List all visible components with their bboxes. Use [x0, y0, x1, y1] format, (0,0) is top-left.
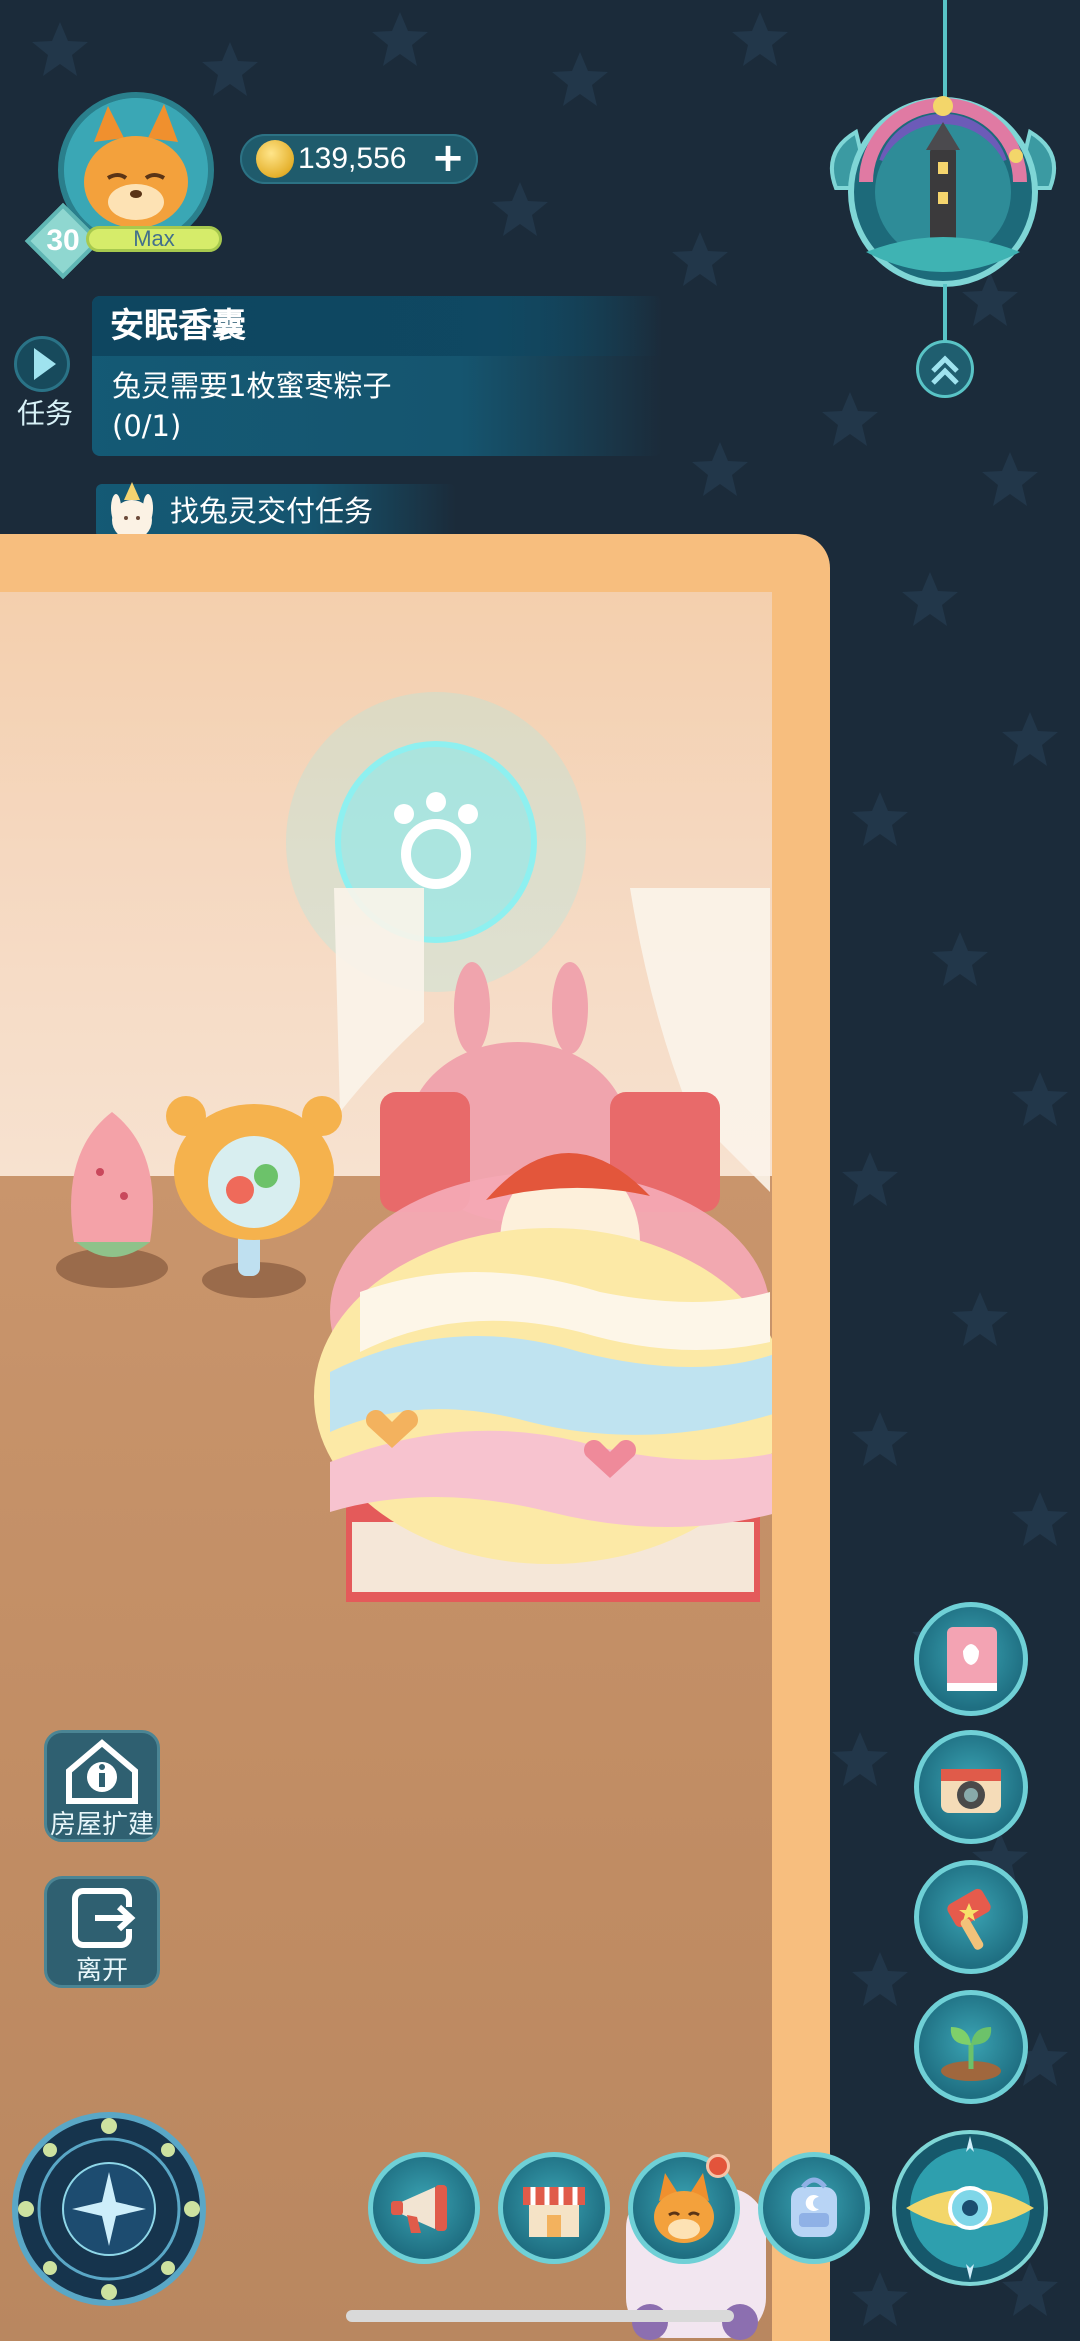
hammer-icon [947, 1888, 991, 1950]
shop-icon [523, 2187, 585, 2237]
exit-icon [72, 1888, 136, 1948]
room-scene [56, 692, 772, 2340]
camera-button[interactable] [914, 1730, 1028, 1844]
collapse-button[interactable] [916, 340, 974, 398]
build-hammer-button[interactable] [914, 1860, 1028, 1974]
deliver-quest-text: 找兔灵交付任务 [170, 494, 374, 528]
clock-chain [943, 0, 947, 100]
bear-candy-machine[interactable] [166, 1096, 342, 1298]
play-triangle-icon [34, 348, 56, 380]
plant-button[interactable] [914, 1990, 1028, 2104]
left-curtain [334, 888, 424, 1112]
house-info-icon [66, 1739, 138, 1804]
eye-orb-icon[interactable] [892, 2130, 1048, 2286]
album-button[interactable] [914, 1602, 1028, 1716]
level-status: Max [86, 226, 222, 252]
quest-description: 兔灵需要1枚蜜枣粽子 [112, 369, 392, 403]
megaphone-icon [391, 2185, 447, 2233]
strawberry-lamp[interactable] [56, 1112, 168, 1288]
house-expand-label: 房屋扩建 [49, 1810, 154, 1840]
add-coins-button[interactable]: + [428, 138, 468, 178]
rabbit-spirit-icon [111, 482, 153, 540]
paw-bubble-icon[interactable] [286, 692, 586, 992]
camera-icon [941, 1769, 1001, 1813]
clock-chain-lower [943, 284, 947, 346]
announcement-button[interactable] [368, 2152, 480, 2264]
backpack-button[interactable] [758, 2152, 870, 2264]
coin-icon [256, 140, 294, 178]
quest-progress: (0/1) [112, 409, 182, 443]
shop-button[interactable] [498, 2152, 610, 2264]
backpack-icon [791, 2177, 837, 2237]
coin-amount: 139,556 [298, 142, 407, 175]
tulip-book-icon [947, 1627, 997, 1691]
home-indicator[interactable] [346, 2310, 734, 2322]
compass-icon[interactable] [12, 2112, 206, 2306]
quest-tab-label[interactable]: 任务 [10, 392, 80, 432]
sprout-icon [941, 2027, 1001, 2081]
notification-dot [706, 2154, 730, 2178]
quest-title: 安眠香囊 [110, 306, 246, 346]
leave-room-label: 离开 [75, 1956, 128, 1986]
double-chevron-up-icon [931, 355, 959, 385]
day-night-clock-icon[interactable] [826, 92, 1060, 290]
